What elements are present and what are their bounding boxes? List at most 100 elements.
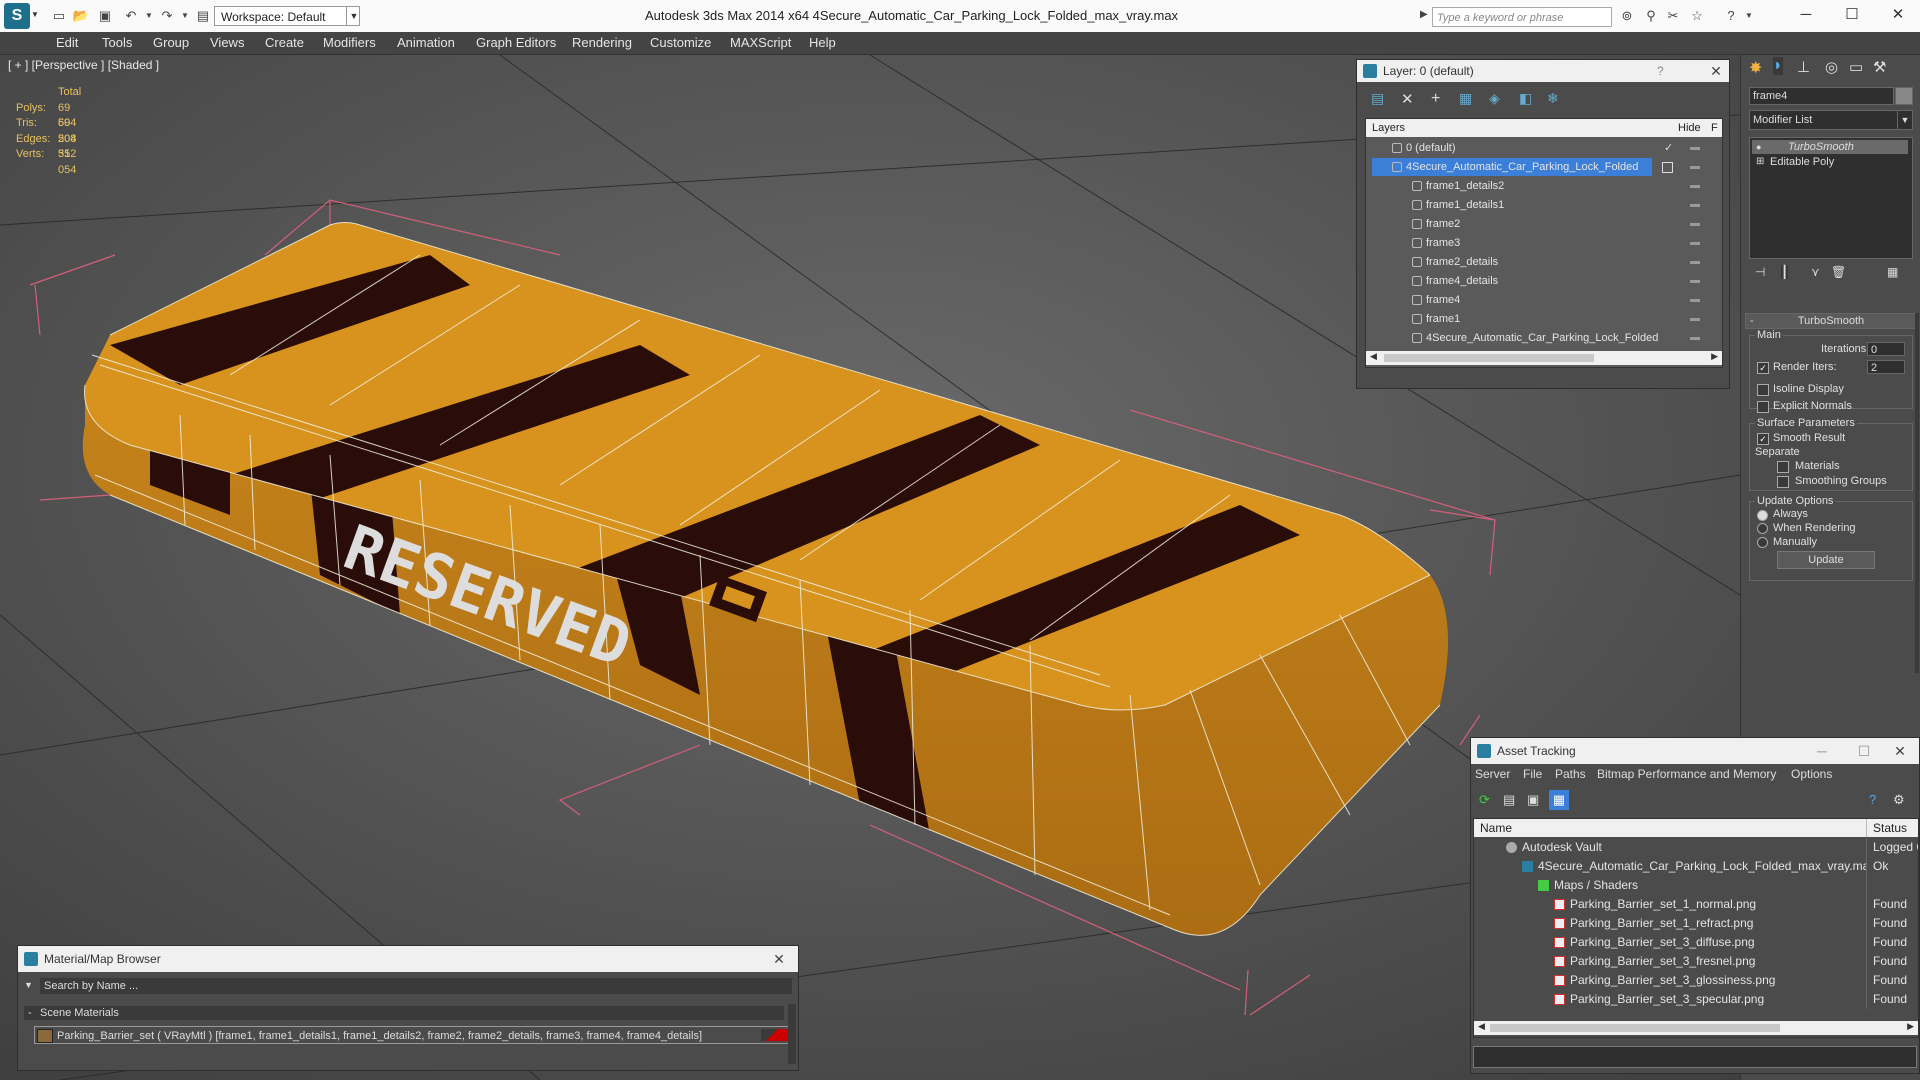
asset-menu-bitmap[interactable]: Bitmap Performance and Memory xyxy=(1597,764,1776,784)
iterations-spinner[interactable]: 0 xyxy=(1867,342,1905,356)
collapse-icon[interactable]: - xyxy=(28,1006,32,1020)
hide-column-header[interactable]: Hide xyxy=(1678,119,1701,137)
manually-radio[interactable] xyxy=(1757,537,1768,548)
configure-sets-icon[interactable]: ▦ xyxy=(1887,265,1898,279)
utilities-tab-icon[interactable]: ⚒ xyxy=(1873,58,1886,76)
modifier-list-select[interactable]: Modifier List xyxy=(1749,110,1900,130)
stack-item-editable-poly[interactable]: ⊞ Editable Poly xyxy=(1752,155,1908,169)
asset-close-icon[interactable]: ✕ xyxy=(1887,738,1913,764)
smoothing-groups-checkbox[interactable] xyxy=(1777,476,1789,488)
status-column-header[interactable]: Status xyxy=(1866,819,1907,837)
asset-row[interactable]: Autodesk Vault Logged O xyxy=(1478,838,1918,857)
active-layer-check-icon[interactable]: ✓ xyxy=(1664,139,1673,157)
scene-materials-header[interactable]: - Scene Materials xyxy=(24,1006,784,1020)
turbosmooth-rollout-header[interactable]: - TurboSmooth xyxy=(1745,313,1917,329)
delete-layer-icon[interactable]: ✕ xyxy=(1401,90,1414,108)
search-input[interactable]: Type a keyword or phrase xyxy=(1432,7,1612,27)
table-view-icon[interactable]: ▦ xyxy=(1549,790,1569,810)
asset-row[interactable]: Parking_Barrier_set_3_diffuse.png Found xyxy=(1478,933,1918,952)
material-browser-title-bar[interactable]: Material/Map Browser ✕ xyxy=(18,946,798,972)
material-list-item[interactable]: Parking_Barrier_set ( VRayMtl ) [frame1,… xyxy=(34,1026,794,1044)
scroll-right-icon[interactable]: ▶ xyxy=(1711,351,1718,362)
asset-path-field[interactable] xyxy=(1473,1046,1917,1068)
favorites-star-icon[interactable]: ☆ xyxy=(1688,8,1706,24)
help-dropdown-icon[interactable]: ▼ xyxy=(1740,8,1758,24)
viewport-label[interactable]: [ + ] [Perspective ] [Shaded ] xyxy=(8,58,159,72)
layer-row[interactable]: frame4 ▬ xyxy=(1372,291,1722,309)
expand-plus-icon[interactable]: ⊞ xyxy=(1756,155,1764,169)
menu-help[interactable]: Help xyxy=(809,35,836,50)
asset-minimize-icon[interactable]: ─ xyxy=(1809,738,1835,764)
hide-toggle-icon[interactable]: ▬ xyxy=(1690,272,1700,290)
menu-edit[interactable]: Edit xyxy=(56,35,78,50)
hide-toggle-icon[interactable]: ▬ xyxy=(1690,158,1700,176)
menu-graph-editors[interactable]: Graph Editors xyxy=(476,35,556,50)
make-current-icon[interactable] xyxy=(1662,162,1673,173)
always-radio[interactable] xyxy=(1757,510,1768,521)
render-iters-checkbox[interactable]: ✓ xyxy=(1757,362,1769,374)
menu-tools[interactable]: Tools xyxy=(102,35,132,50)
menu-modifiers[interactable]: Modifiers xyxy=(323,35,376,50)
modifier-list-dropdown-icon[interactable]: ▼ xyxy=(1897,110,1913,130)
hierarchy-tab-icon[interactable]: ⊥ xyxy=(1797,58,1810,76)
name-column-header[interactable]: Name xyxy=(1480,819,1512,837)
menu-animation[interactable]: Animation xyxy=(397,35,455,50)
freeze-all-layers-icon[interactable]: ❄ xyxy=(1547,90,1559,107)
asset-help-icon[interactable]: ? xyxy=(1869,792,1876,807)
hide-toggle-icon[interactable]: ▬ xyxy=(1690,310,1700,328)
show-end-result-icon[interactable]: ┃ xyxy=(1781,265,1789,279)
layers-column-header[interactable]: Layers xyxy=(1372,119,1405,137)
maximize-icon[interactable]: ☐ xyxy=(1830,2,1874,28)
materials-checkbox[interactable] xyxy=(1777,461,1789,473)
minimize-icon[interactable]: ─ xyxy=(1784,2,1828,28)
create-layer-icon[interactable]: ▤ xyxy=(1371,90,1384,107)
workspace-dropdown-icon[interactable]: ▼ xyxy=(346,6,361,26)
search-expand-icon[interactable]: ▶ xyxy=(1420,9,1428,20)
modifier-on-icon[interactable]: ● xyxy=(1756,140,1761,154)
scroll-thumb[interactable] xyxy=(1384,354,1594,362)
new-file-icon[interactable]: ▭ xyxy=(50,8,68,24)
layer-row[interactable]: frame1_details1 ▬ xyxy=(1372,196,1722,214)
isoline-display-checkbox[interactable] xyxy=(1757,384,1769,396)
app-logo-icon[interactable]: S xyxy=(4,3,30,29)
layer-hscrollbar[interactable]: ◀ ▶ xyxy=(1366,351,1722,365)
layer-panel-help-button[interactable]: ? xyxy=(1657,60,1664,82)
object-name-field[interactable]: frame4 xyxy=(1749,87,1894,105)
asset-menu-paths[interactable]: Paths xyxy=(1555,764,1586,784)
menu-views[interactable]: Views xyxy=(210,35,244,50)
exchange-icon[interactable]: ✂ xyxy=(1664,8,1682,24)
motion-tab-icon[interactable]: ◎ xyxy=(1825,58,1838,76)
asset-row[interactable]: Maps / Shaders xyxy=(1478,876,1918,895)
asset-row[interactable]: Parking_Barrier_set_1_normal.png Found xyxy=(1478,895,1918,914)
asset-menu-file[interactable]: File xyxy=(1523,764,1542,784)
undo-dropdown-icon[interactable]: ▼ xyxy=(140,8,158,24)
hide-toggle-icon[interactable]: ▬ xyxy=(1690,196,1700,214)
asset-menu-options[interactable]: Options xyxy=(1791,764,1832,784)
layer-row[interactable]: frame1_details2 ▬ xyxy=(1372,177,1722,195)
hide-toggle-icon[interactable]: ▬ xyxy=(1690,139,1700,157)
redo-dropdown-icon[interactable]: ▼ xyxy=(176,8,194,24)
layer-row[interactable]: 4Secure_Automatic_Car_Parking_Lock_Folde… xyxy=(1372,158,1700,176)
menu-rendering[interactable]: Rendering xyxy=(572,35,632,50)
explicit-normals-checkbox[interactable] xyxy=(1757,401,1769,413)
layer-row[interactable]: frame2_details ▬ xyxy=(1372,253,1722,271)
asset-row[interactable]: 4Secure_Automatic_Car_Parking_Lock_Folde… xyxy=(1478,857,1918,876)
remove-modifier-icon[interactable]: 🗑 xyxy=(1831,265,1846,279)
hide-toggle-icon[interactable]: ▬ xyxy=(1690,329,1700,347)
stack-item-turbosmooth[interactable]: ● TurboSmooth xyxy=(1752,140,1908,154)
layer-row[interactable]: frame1 ▬ xyxy=(1372,310,1722,328)
layer-row[interactable]: frame4_details ▬ xyxy=(1372,272,1722,290)
scroll-left-icon[interactable]: ◀ xyxy=(1370,351,1377,362)
hide-toggle-icon[interactable]: ▬ xyxy=(1690,291,1700,309)
search-options-dropdown-icon[interactable]: ▼ xyxy=(24,980,33,990)
project-folder-icon[interactable]: ▤ xyxy=(194,8,212,24)
layer-panel-title-bar[interactable]: Layer: 0 (default) ? ✕ xyxy=(1357,60,1729,82)
asset-row[interactable]: Parking_Barrier_set_3_fresnel.png Found xyxy=(1478,952,1918,971)
help-icon[interactable]: ? xyxy=(1722,8,1740,24)
menu-group[interactable]: Group xyxy=(153,35,189,50)
layer-panel-close-icon[interactable]: ✕ xyxy=(1703,60,1729,82)
command-panel-scrollbar[interactable] xyxy=(1915,313,1919,673)
app-menu-arrow-icon[interactable]: ▼ xyxy=(31,10,39,19)
material-browser-close-icon[interactable]: ✕ xyxy=(766,946,792,972)
material-search-input[interactable]: Search by Name ... xyxy=(40,978,792,994)
